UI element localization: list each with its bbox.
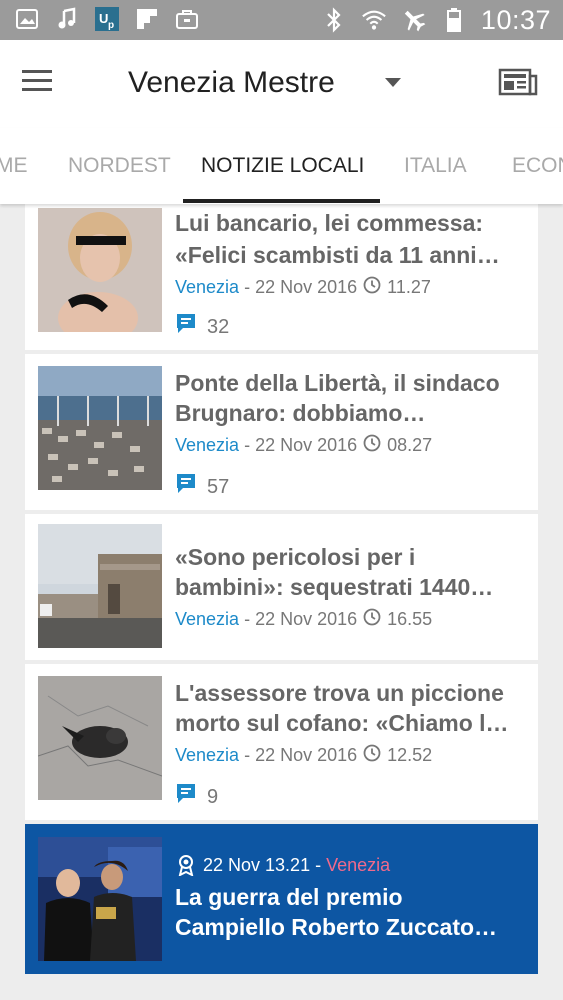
newspaper-icon[interactable] [498,68,540,98]
article-city[interactable]: Venezia [175,435,239,456]
article-date: 22 Nov 2016 [255,609,358,629]
article-title-line-2: bambini»: sequestrati 1440… [175,574,494,600]
app-header: Venezia Mestre [0,40,563,128]
article-time: 16.55 [387,609,433,629]
article-title-line-1: L'assessore trova un piccione [175,680,504,706]
status-time: 10:37 [480,4,551,35]
comment-count[interactable]: 32 [175,312,229,342]
comment-bubble-icon [175,472,197,502]
article-meta: Venezia - 22 Nov 2016 16.55 [175,608,432,631]
bluetooth-icon [321,7,347,33]
flipboard-icon [134,6,160,32]
clock-icon [363,276,381,299]
status-bar: Up 10:37 [0,0,563,40]
article-title-line-2: Brugnaro: dobbiamo… [175,400,426,426]
comment-count-value: 32 [207,315,230,338]
page-title[interactable]: Venezia Mestre [128,66,335,100]
active-tab-indicator [183,199,380,203]
chevron-down-icon[interactable] [385,78,401,87]
comment-bubble-icon [175,312,197,342]
featured-date: 22 Nov 13.21 [203,854,311,875]
featured-card[interactable]: 22 Nov 13.21 - Venezia La guerra del pre… [25,824,538,974]
featured-meta: 22 Nov 13.21 - Venezia [177,854,390,876]
comment-count[interactable]: 9 [175,782,218,812]
article-title-line-2: morto sul cofano: «Chiamo l… [175,710,509,736]
featured-city[interactable]: Venezia [326,855,390,876]
clock-icon [363,608,381,631]
article-thumbnail [38,524,162,648]
tab-home[interactable]: ME [0,154,28,178]
app-badge-icon: Up [94,6,120,32]
news-card[interactable]: L'assessore trova un piccione morto sul … [25,664,538,820]
article-date: 22 Nov 2016 [255,435,358,455]
article-thumbnail [38,837,162,961]
comment-count-value: 9 [207,785,219,808]
clock-icon [363,744,381,767]
tab-economia[interactable]: ECON [512,154,563,178]
news-card[interactable]: Ponte della Libertà, il sindaco Brugnaro… [25,354,538,510]
clock-icon [363,434,381,457]
article-thumbnail [38,366,162,490]
article-city[interactable]: Venezia [175,745,239,766]
article-date: 22 Nov 2016 [255,277,358,297]
tab-nordest[interactable]: NORDEST [68,154,171,178]
image-icon [14,6,40,32]
svg-text:U: U [99,11,108,26]
article-title-line-1: Lui bancario, lei commessa: [175,210,484,236]
meta-separator: - [239,609,256,629]
section-tabs: ME NORDEST NOTIZIE LOCALI ITALIA ECON [0,128,563,204]
article-city[interactable]: Venezia [175,277,239,298]
music-note-icon [54,6,80,32]
airplane-mode-icon [401,7,427,33]
comment-count[interactable]: 57 [175,472,229,502]
meta-separator: - [239,277,256,297]
article-title-line-2: «Felici scambisti da 11 anni… [175,242,500,268]
meta-separator: - [239,435,256,455]
award-icon [177,854,195,876]
news-card[interactable]: «Sono pericolosi per i bambini»: sequest… [25,514,538,660]
article-title-line-1: Ponte della Libertà, il sindaco [175,370,500,396]
svg-text:p: p [108,20,114,31]
article-title-line-1: «Sono pericolosi per i [175,544,416,570]
meta-separator: - [310,854,327,875]
featured-title-line-2: Campiello Roberto Zuccato… [175,914,498,940]
meta-separator: - [239,745,256,765]
wifi-icon [361,7,387,33]
article-meta: Venezia - 22 Nov 2016 11.27 [175,276,431,299]
article-time: 12.52 [387,745,433,765]
article-date: 22 Nov 2016 [255,745,358,765]
tab-italia[interactable]: ITALIA [404,154,467,178]
tab-notizie-locali[interactable]: NOTIZIE LOCALI [201,154,364,178]
comment-bubble-icon [175,782,197,812]
article-time: 08.27 [387,435,433,455]
article-thumbnail [38,208,162,332]
briefcase-icon [174,6,200,32]
battery-icon [441,7,467,33]
comment-count-value: 57 [207,475,230,498]
article-time: 11.27 [387,277,431,297]
hamburger-menu-icon[interactable] [22,66,60,100]
news-card[interactable]: Lui bancario, lei commessa: «Felici scam… [25,204,538,350]
article-meta: Venezia - 22 Nov 2016 08.27 [175,434,432,457]
article-thumbnail [38,676,162,800]
article-city[interactable]: Venezia [175,609,239,630]
featured-title-line-1: La guerra del premio [175,884,403,910]
article-meta: Venezia - 22 Nov 2016 12.52 [175,744,432,767]
